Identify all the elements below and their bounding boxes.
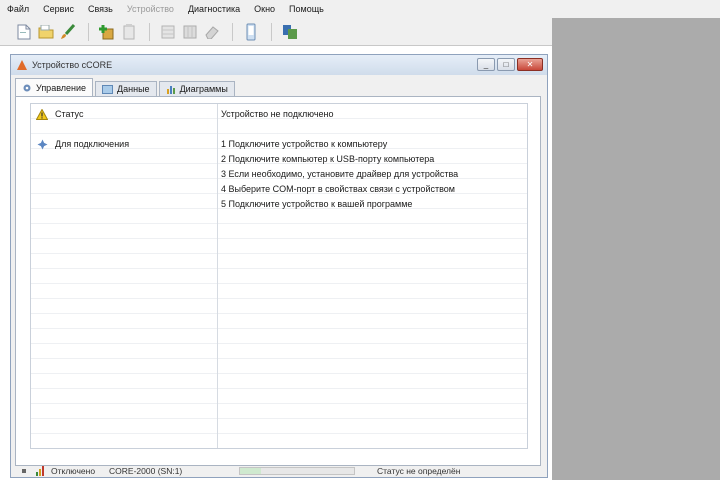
toolbar-separator — [232, 22, 233, 41]
status-value: Устройство не подключено — [221, 109, 334, 119]
minimize-button[interactable]: _ — [477, 58, 495, 71]
tab-content: Статус Устройство не подключено Для подк… — [15, 96, 541, 466]
menu-help[interactable]: Помощь — [282, 0, 331, 18]
add-device-icon — [99, 24, 114, 39]
menu-bar: Файл Сервис Связь Устройство Диагностика… — [0, 0, 720, 18]
device-window: Устройство сCORE _ □ ✕ Управление Данные… — [10, 54, 548, 478]
info-icon — [37, 139, 47, 149]
app-icon — [17, 60, 27, 70]
step-item: 5 Подключите устройство к вашей программ… — [221, 199, 413, 209]
connection-status: Отключено — [51, 466, 96, 476]
data-icon — [102, 84, 114, 94]
toolbar-separator — [88, 22, 89, 41]
progress-fill — [240, 468, 261, 474]
close-button[interactable]: ✕ — [517, 58, 543, 71]
actions-label: Для подключения — [55, 139, 130, 149]
menu-service[interactable]: Сервис — [36, 0, 81, 18]
side-area — [552, 18, 720, 480]
connect-button[interactable] — [280, 22, 300, 42]
phone-button[interactable] — [241, 22, 261, 42]
step-item: 1 Подключите устройство к компьютеру — [221, 139, 388, 149]
column-separator — [217, 104, 218, 448]
progress-bar — [239, 467, 355, 475]
window-controls: _ □ ✕ — [475, 58, 543, 71]
tab-control[interactable]: Управление — [15, 78, 94, 96]
menu-window[interactable]: Окно — [247, 0, 282, 18]
step-item: 2 Подключите компьютер к USB-порту компь… — [221, 154, 435, 164]
toolbar-separator — [149, 22, 150, 41]
tab-diagrams[interactable]: Диаграммы — [158, 81, 235, 96]
menu-file[interactable]: Файл — [0, 0, 36, 18]
chart-icon — [166, 86, 175, 94]
open-folder-icon — [38, 24, 54, 38]
grip-icon — [22, 469, 26, 473]
menu-device[interactable]: Устройство — [120, 0, 181, 18]
grid-button[interactable] — [158, 22, 178, 42]
gear-icon — [23, 84, 31, 91]
brush-icon — [61, 23, 76, 39]
eraser-icon — [205, 25, 219, 39]
table-button[interactable] — [180, 22, 200, 42]
status-message: Статус не определён — [377, 466, 461, 476]
toolbar — [0, 18, 552, 46]
toolbar-separator — [271, 22, 272, 41]
menu-diagnostics[interactable]: Диагностика — [181, 0, 247, 18]
tab-label: Данные — [117, 84, 150, 94]
phone-icon — [246, 23, 256, 40]
status-label: Статус — [55, 109, 84, 119]
clipboard-icon — [123, 23, 135, 39]
tab-data[interactable]: Данные — [95, 81, 157, 96]
eraser-button[interactable] — [202, 22, 222, 42]
window-titlebar[interactable]: Устройство сCORE _ □ ✕ — [11, 55, 547, 75]
add-device-button[interactable] — [97, 22, 117, 42]
maximize-button[interactable]: □ — [497, 58, 515, 71]
tab-label: Диаграммы — [179, 84, 228, 94]
step-item: 4 Выберите COM-порт в свойствах связи с … — [221, 184, 455, 194]
window-title: Устройство сCORE — [32, 60, 113, 70]
open-folder-button[interactable] — [36, 22, 56, 42]
step-item: 3 Если необходимо, установите драйвер дл… — [221, 169, 459, 179]
connect-icon — [283, 24, 297, 39]
signal-icon — [36, 466, 44, 476]
clipboard-button[interactable] — [119, 22, 139, 42]
tab-strip: Управление Данные Диаграммы — [15, 78, 237, 96]
status-bar: Отключено CORE-2000 (SN:1) Статус не опр… — [11, 465, 547, 477]
table-icon — [183, 25, 197, 38]
new-document-button[interactable] — [14, 22, 34, 42]
warning-icon — [36, 108, 48, 120]
brush-button[interactable] — [58, 22, 78, 42]
device-name: CORE-2000 (SN:1) — [109, 466, 183, 476]
menu-connection[interactable]: Связь — [81, 0, 120, 18]
new-document-icon — [17, 24, 31, 39]
properties-grid: Статус Устройство не подключено Для подк… — [30, 103, 528, 449]
tab-label: Управление — [36, 82, 87, 93]
grid-icon — [161, 25, 175, 38]
